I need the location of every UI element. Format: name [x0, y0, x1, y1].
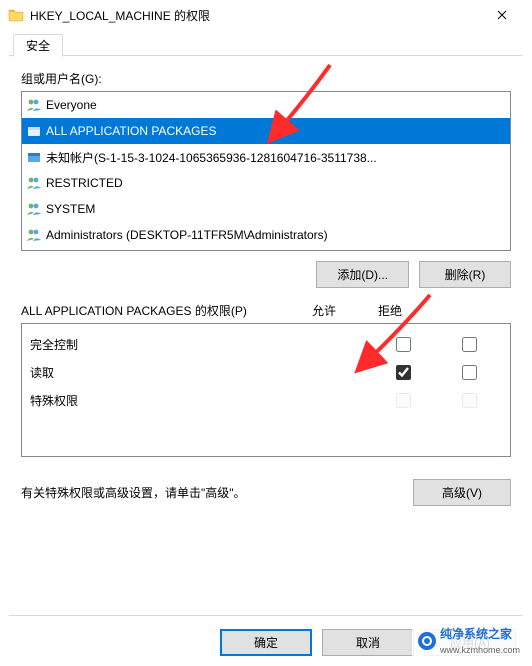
advanced-row: 有关特殊权限或高级设置，请单击"高级"。 高级(V): [21, 479, 511, 506]
advanced-button[interactable]: 高级(V): [413, 479, 511, 506]
list-item[interactable]: ALL APPLICATION PACKAGES: [22, 118, 510, 144]
add-remove-row: 添加(D)... 删除(R): [21, 261, 511, 288]
permission-name: 特殊权限: [30, 392, 370, 409]
tab-label: 安全: [26, 37, 50, 54]
allow-checkbox: [396, 393, 411, 408]
deny-checkbox[interactable]: [462, 337, 477, 352]
remove-button[interactable]: 删除(R): [419, 261, 511, 288]
window-title: HKEY_LOCAL_MACHINE 的权限: [30, 7, 480, 24]
deny-checkbox: [462, 393, 477, 408]
list-item[interactable]: Everyone: [22, 92, 510, 118]
list-item-label: Everyone: [46, 98, 97, 112]
tab-security[interactable]: 安全: [13, 34, 63, 57]
add-button[interactable]: 添加(D)...: [316, 261, 409, 288]
ok-button[interactable]: 确定: [220, 629, 312, 656]
list-item[interactable]: RESTRICTED: [22, 170, 510, 196]
permission-row: 特殊权限: [22, 386, 510, 414]
list-item[interactable]: Administrators (DESKTOP-11TFR5M\Administ…: [22, 222, 510, 248]
cancel-button[interactable]: 取消: [322, 629, 414, 656]
close-icon: [497, 10, 507, 20]
tabstrip: 安全: [9, 30, 523, 56]
permissions-header: ALL APPLICATION PACKAGES 的权限(P) 允许 拒绝: [21, 302, 511, 319]
group-users-label: 组或用户名(G):: [21, 70, 511, 87]
titlebar: HKEY_LOCAL_MACHINE 的权限: [0, 0, 532, 30]
list-item-label: SYSTEM: [46, 202, 95, 216]
list-item-label: RESTRICTED: [46, 176, 123, 190]
security-panel: 组或用户名(G): Everyone ALL APPLICATION PACKAG…: [9, 56, 523, 514]
allow-column-header: 允许: [291, 302, 357, 319]
permissions-listbox: 完全控制读取特殊权限: [21, 323, 511, 457]
list-item[interactable]: 未知帐户(S-1-15-3-1024-1065365936-1281604716…: [22, 144, 510, 170]
watermark: 纯净系统之家 www.kzmhome.com: [412, 623, 526, 658]
separator: [9, 615, 523, 616]
allow-checkbox[interactable]: [396, 365, 411, 380]
permission-name: 读取: [30, 364, 370, 381]
advanced-hint-text: 有关特殊权限或高级设置，请单击"高级"。: [21, 484, 413, 501]
permission-name: 完全控制: [30, 336, 370, 353]
list-item-label: Administrators (DESKTOP-11TFR5M\Administ…: [46, 228, 328, 242]
list-item[interactable]: SYSTEM: [22, 196, 510, 222]
permission-row: 读取: [22, 358, 510, 386]
permissions-for-label: ALL APPLICATION PACKAGES 的权限(P): [21, 302, 291, 319]
deny-checkbox[interactable]: [462, 365, 477, 380]
watermark-icon: [418, 632, 436, 650]
users-listbox[interactable]: Everyone ALL APPLICATION PACKAGES 未知帐户(S-1…: [21, 91, 511, 251]
watermark-url: www.kzmhome.com: [440, 645, 520, 655]
watermark-text: 纯净系统之家: [440, 627, 512, 641]
list-item-label: 未知帐户(S-1-15-3-1024-1065365936-1281604716…: [46, 149, 377, 166]
close-button[interactable]: [480, 0, 524, 30]
allow-checkbox[interactable]: [396, 337, 411, 352]
list-item-label: ALL APPLICATION PACKAGES: [46, 124, 217, 138]
folder-icon: [8, 7, 24, 23]
deny-column-header: 拒绝: [357, 302, 423, 319]
permission-row: 完全控制: [22, 330, 510, 358]
